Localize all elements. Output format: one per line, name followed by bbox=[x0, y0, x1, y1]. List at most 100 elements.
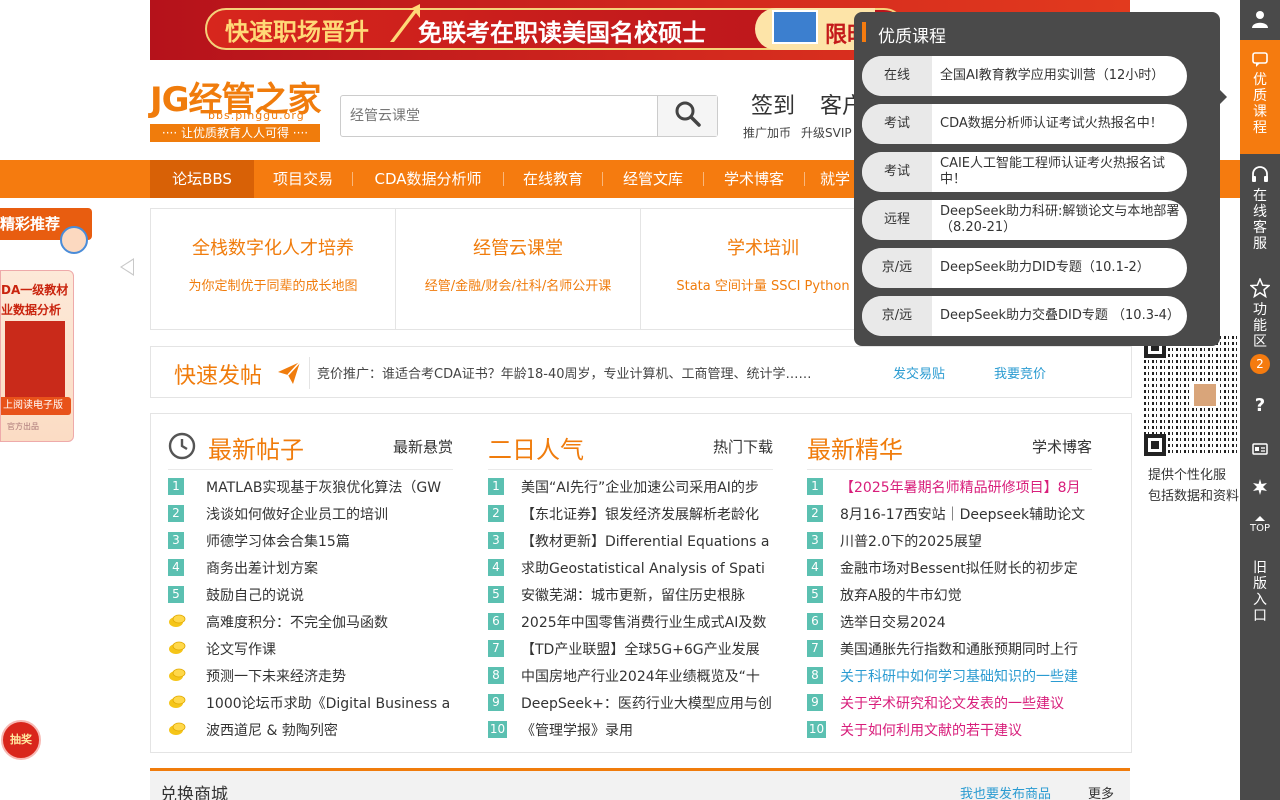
list-item-title[interactable]: 美国通胀先行指数和通胀预期同时上行 bbox=[840, 639, 1078, 659]
list-item-title[interactable]: 【2025年暑期名师精品研修项目】8月 bbox=[840, 477, 1081, 497]
nav-item-education[interactable]: 在线教育 bbox=[504, 160, 602, 198]
list-item[interactable]: 6 选举日交易2024 bbox=[807, 608, 1107, 635]
settings-icon[interactable] bbox=[1240, 474, 1280, 500]
list-item-title[interactable]: 放弃A股的牛市幻觉 bbox=[840, 585, 962, 605]
nav-item-blog[interactable]: 学术博客 bbox=[704, 160, 804, 198]
promo-text[interactable]: 竞价推广：谁适合考CDA证书？年龄18-40周岁，专业计算机、工商管理、统计学…… bbox=[317, 363, 812, 382]
list-item[interactable]: 5 放弃A股的牛市幻觉 bbox=[807, 581, 1107, 608]
list-item-title[interactable]: DeepSeek+：医药行业大模型应用与创 bbox=[521, 693, 772, 713]
list-item[interactable]: 4 商务出差计划方案 bbox=[168, 554, 468, 581]
list-item[interactable]: 2 8月16-17西安站｜Deepseek辅助论文 bbox=[807, 500, 1107, 527]
list-item-title[interactable]: 【东北证券】银发经济发展解析老龄化 bbox=[521, 504, 759, 524]
left-ad-read-button[interactable]: 上阅读电子版 bbox=[1, 397, 71, 415]
post-trade-link[interactable]: 发交易贴 bbox=[893, 363, 945, 382]
list-item[interactable]: 论文写作课 bbox=[168, 635, 468, 662]
list-item-title[interactable]: 金融市场对Bessent拟任财长的初步定 bbox=[840, 558, 1078, 578]
list-item-title[interactable]: 商务出差计划方案 bbox=[206, 558, 318, 578]
sidebar-item-features[interactable]: 功能区 2 bbox=[1240, 277, 1280, 378]
list-item-title[interactable]: 美国“AI先行”企业加速公司采用AI的步 bbox=[521, 477, 759, 497]
list-item[interactable]: 1 MATLAB实现基于灰狼优化算法（GW bbox=[168, 473, 468, 500]
list-item[interactable]: 5 鼓励自己的说说 bbox=[168, 581, 468, 608]
list-item-title[interactable]: 师德学习体会合集15篇 bbox=[206, 531, 350, 551]
nav-item-bbs[interactable]: 论坛BBS bbox=[150, 160, 254, 198]
feature-box[interactable]: 学术培训 Stata 空间计量 SSCI Python bbox=[641, 209, 886, 329]
search-button[interactable] bbox=[657, 96, 717, 136]
search-input[interactable] bbox=[341, 96, 657, 136]
list-item-title[interactable]: 【TD产业联盟】全球5G+6G产业发展 bbox=[521, 639, 760, 659]
sidebar-item-courses[interactable]: 优质课程 bbox=[1240, 40, 1280, 154]
list-item[interactable]: 10 《管理学报》录用 bbox=[488, 716, 788, 743]
list-item-title[interactable]: 预测一下未来经济走势 bbox=[206, 666, 346, 686]
list-item[interactable]: 4 金融市场对Bessent拟任财长的初步定 bbox=[807, 554, 1107, 581]
course-item[interactable]: 京/远 DeepSeek助力DID专题（10.1-2） bbox=[862, 248, 1187, 288]
list-item[interactable]: 6 2025年中国零售消费行业生成式AI及数 bbox=[488, 608, 788, 635]
list-item-title[interactable]: 关于科研中如何学习基础知识的一些建 bbox=[840, 666, 1078, 686]
list-item[interactable]: 3 【教材更新】Differential Equations a bbox=[488, 527, 788, 554]
list-item-title[interactable]: 波西道尼 & 勃陶列密 bbox=[206, 720, 338, 740]
list-item-title[interactable]: MATLAB实现基于灰狼优化算法（GW bbox=[206, 477, 441, 497]
list-item-title[interactable]: 安徽芜湖：城市更新，留住历史根脉 bbox=[521, 585, 745, 605]
list-item[interactable]: 3 师德学习体会合集15篇 bbox=[168, 527, 468, 554]
list-item[interactable]: 8 中国房地产行业2024年业绩概览及“十 bbox=[488, 662, 788, 689]
column-more-link[interactable]: 热门下载 bbox=[713, 436, 773, 457]
list-item[interactable]: 8 关于科研中如何学习基础知识的一些建 bbox=[807, 662, 1107, 689]
nav-item-trade[interactable]: 项目交易 bbox=[254, 160, 352, 198]
list-item-title[interactable]: 川普2.0下的2025展望 bbox=[840, 531, 982, 551]
list-item-title[interactable]: 8月16-17西安站｜Deepseek辅助论文 bbox=[840, 504, 1085, 524]
list-item[interactable]: 7 美国通胀先行指数和通胀预期同时上行 bbox=[807, 635, 1107, 662]
list-item[interactable]: 2 【东北证券】银发经济发展解析老龄化 bbox=[488, 500, 788, 527]
help-icon[interactable]: ? bbox=[1240, 397, 1280, 424]
lottery-button[interactable]: 抽奖 bbox=[1, 720, 41, 760]
bid-link[interactable]: 我要竞价 bbox=[994, 363, 1046, 382]
list-item-title[interactable]: 1000论坛币求助《Digital Business a bbox=[206, 693, 450, 713]
promote-link[interactable]: 推广加币 bbox=[743, 124, 791, 141]
list-item-title[interactable]: 论文写作课 bbox=[206, 639, 276, 659]
list-item-title[interactable]: 求助Geostatistical Analysis of Spati bbox=[521, 558, 765, 578]
list-item-title[interactable]: 关于学术研究和论文发表的一些建议 bbox=[840, 693, 1064, 713]
list-item[interactable]: 高难度积分：不完全伽马函数 bbox=[168, 608, 468, 635]
course-item[interactable]: 京/远 DeepSeek助力交叠DID专题 （10.3-4） bbox=[862, 296, 1187, 336]
list-item[interactable]: 2 浅谈如何做好企业员工的培训 bbox=[168, 500, 468, 527]
list-item[interactable]: 10 关于如何利用文献的若干建议 bbox=[807, 716, 1107, 743]
list-item-title[interactable]: 鼓励自己的说说 bbox=[206, 585, 304, 605]
list-item-title[interactable]: 中国房地产行业2024年业绩概览及“十 bbox=[521, 666, 760, 686]
list-item[interactable]: 9 关于学术研究和论文发表的一些建议 bbox=[807, 689, 1107, 716]
site-logo[interactable]: JG经管之家 bbs.pinggu.org ···· 让优质教育人人可得 ···… bbox=[150, 80, 322, 142]
list-item-title[interactable]: 选举日交易2024 bbox=[840, 612, 946, 632]
list-item-title[interactable]: 【教材更新】Differential Equations a bbox=[521, 531, 770, 551]
course-item[interactable]: 远程 DeepSeek助力科研:解锁论文与本地部署 （8.20-21） bbox=[862, 200, 1187, 240]
upgrade-svip-link[interactable]: 升级SVIP bbox=[801, 124, 852, 141]
list-item[interactable]: 波西道尼 & 勃陶列密 bbox=[168, 716, 468, 743]
shop-more-link[interactable]: 更多 bbox=[1088, 783, 1114, 800]
back-to-top-button[interactable]: TOP bbox=[1240, 512, 1280, 542]
list-item[interactable]: 5 安徽芜湖：城市更新，留住历史根脉 bbox=[488, 581, 788, 608]
sidebar-item-service[interactable]: 在线客服 bbox=[1240, 160, 1280, 260]
column-more-link[interactable]: 最新悬赏 bbox=[393, 436, 453, 457]
list-item[interactable]: 4 求助Geostatistical Analysis of Spati bbox=[488, 554, 788, 581]
list-item[interactable]: 1 【2025年暑期名师精品研修项目】8月 bbox=[807, 473, 1107, 500]
list-item[interactable]: 预测一下未来经济走势 bbox=[168, 662, 468, 689]
course-item[interactable]: 考试 CAIE人工智能工程师认证考火热报名试 中！ bbox=[862, 152, 1187, 192]
course-item[interactable]: 在线 全国AI教育教学应用实训营（12小时） bbox=[862, 56, 1187, 96]
feature-box[interactable]: 经管云课堂 经管/金融/财会/社科/名师公开课 bbox=[396, 209, 641, 329]
id-card-icon[interactable] bbox=[1240, 436, 1280, 462]
list-item[interactable]: 1 美国“AI先行”企业加速公司采用AI的步 bbox=[488, 473, 788, 500]
quick-post-title[interactable]: 快速发帖 bbox=[174, 358, 262, 390]
signin-link[interactable]: 签到 bbox=[751, 88, 795, 120]
list-item-title[interactable]: 浅谈如何做好企业员工的培训 bbox=[206, 504, 388, 524]
list-item[interactable]: 7 【TD产业联盟】全球5G+6G产业发展 bbox=[488, 635, 788, 662]
nav-item-library[interactable]: 经管文库 bbox=[603, 160, 703, 198]
course-item[interactable]: 考试 CDA数据分析师认证考试火热报名中！ bbox=[862, 104, 1187, 144]
user-button[interactable] bbox=[1240, 0, 1280, 38]
list-item-title[interactable]: 2025年中国零售消费行业生成式AI及数 bbox=[521, 612, 766, 632]
feature-box[interactable]: 全栈数字化人才培养 为你定制优于同辈的成长地图 bbox=[151, 209, 396, 329]
left-float-ad[interactable]: 精彩推荐 DA一级教材 业数据分析 上阅读电子版 官方出品 bbox=[0, 208, 92, 442]
list-item-title[interactable]: 《管理学报》录用 bbox=[521, 720, 633, 740]
list-item[interactable]: 3 川普2.0下的2025展望 bbox=[807, 527, 1107, 554]
list-item-title[interactable]: 关于如何利用文献的若干建议 bbox=[840, 720, 1022, 740]
sidebar-item-old-version[interactable]: 旧版入口 bbox=[1240, 560, 1280, 630]
list-item[interactable]: 1000论坛币求助《Digital Business a bbox=[168, 689, 468, 716]
list-item-title[interactable]: 高难度积分：不完全伽马函数 bbox=[206, 612, 388, 632]
column-more-link[interactable]: 学术博客 bbox=[1032, 436, 1092, 457]
shop-publish-link[interactable]: 我也要发布商品 bbox=[960, 783, 1051, 800]
